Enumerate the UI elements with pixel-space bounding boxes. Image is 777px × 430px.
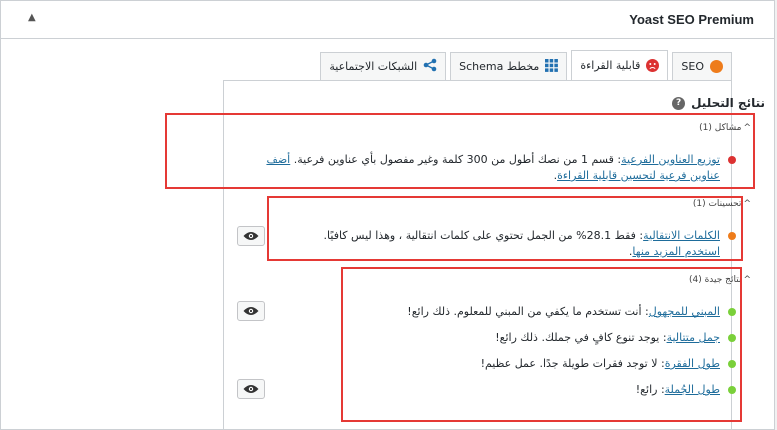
eye-icon bbox=[243, 307, 259, 315]
tab-social[interactable]: الشبكات الاجتماعية bbox=[320, 52, 447, 80]
analysis-results-heading: نتائج التحليل ? bbox=[672, 96, 765, 110]
readability-sad-face-icon bbox=[646, 59, 660, 72]
eye-icon bbox=[243, 385, 259, 393]
highlight-toggle-button[interactable] bbox=[237, 301, 265, 321]
collapse-toggle-icon[interactable]: ▲ bbox=[28, 12, 36, 23]
metabox-header[interactable]: ▲ Yoast SEO Premium bbox=[1, 1, 774, 39]
metabox-tabs: SEO قابلية القراءة مخطط Schema الشبكات ا… bbox=[320, 50, 732, 80]
tab-schema-label: مخطط Schema bbox=[459, 60, 540, 73]
help-icon[interactable]: ? bbox=[672, 96, 686, 110]
tab-seo-label: SEO bbox=[681, 60, 704, 73]
eye-icon bbox=[243, 232, 259, 240]
highlight-box-improvements bbox=[267, 196, 743, 261]
yoast-metabox: ▲ Yoast SEO Premium SEO قابلية القراءة م… bbox=[0, 0, 775, 430]
tab-readability-label: قابلية القراءة bbox=[580, 59, 641, 72]
analysis-results-title: نتائج التحليل bbox=[691, 96, 765, 110]
highlight-toggle-button[interactable] bbox=[237, 379, 265, 399]
share-icon bbox=[423, 58, 437, 75]
metabox-title: Yoast SEO Premium bbox=[629, 12, 754, 27]
highlight-box-good-results bbox=[341, 267, 742, 422]
highlight-box-problems bbox=[165, 113, 755, 189]
highlight-toggle-button[interactable] bbox=[237, 226, 265, 246]
tab-social-label: الشبكات الاجتماعية bbox=[329, 60, 418, 73]
seo-score-icon bbox=[710, 60, 723, 73]
tab-schema[interactable]: مخطط Schema bbox=[450, 52, 568, 80]
grid-icon bbox=[545, 58, 559, 75]
tab-readability[interactable]: قابلية القراءة bbox=[571, 50, 669, 80]
chevron-up-icon: ^ bbox=[743, 275, 751, 285]
tab-seo[interactable]: SEO bbox=[672, 52, 732, 80]
chevron-up-icon: ^ bbox=[743, 199, 751, 209]
